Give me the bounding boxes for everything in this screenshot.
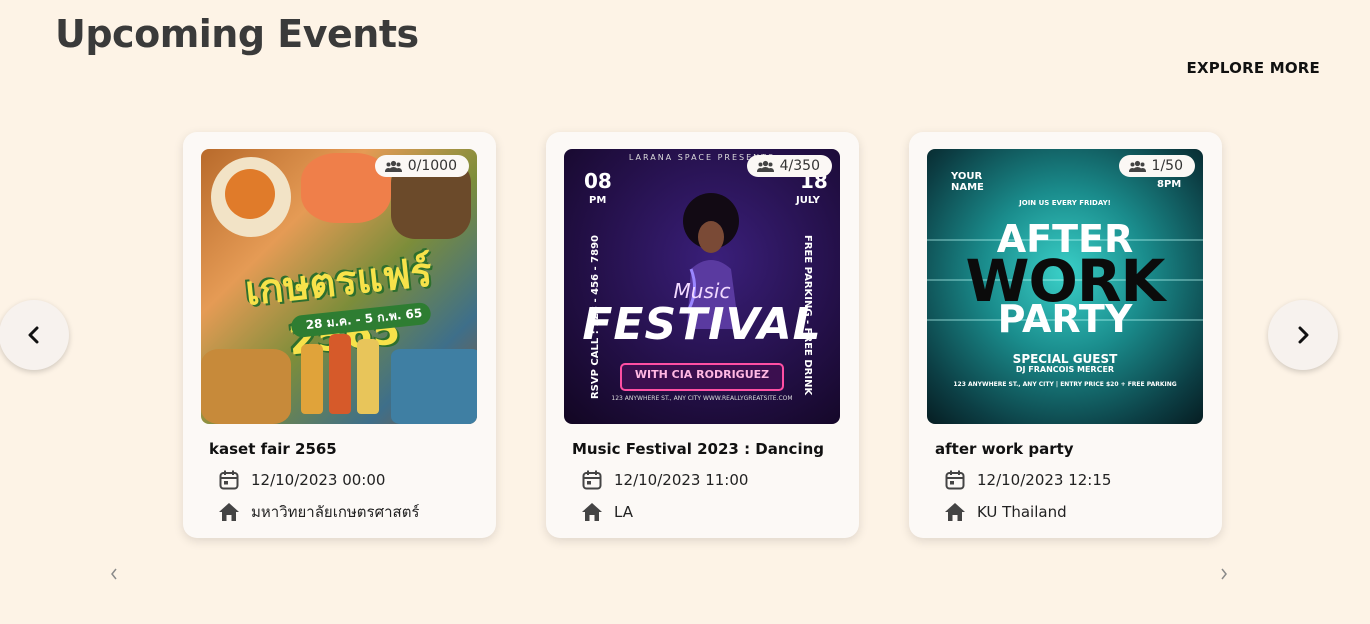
home-icon xyxy=(217,501,240,524)
small-next-arrow[interactable] xyxy=(1217,566,1231,582)
event-location-row: LA xyxy=(580,500,633,523)
event-location: KU Thailand xyxy=(977,502,1067,521)
home-icon xyxy=(943,500,966,523)
poster-name: YOUR NAME xyxy=(951,171,984,193)
event-card[interactable]: เกษตรแฟร์ 2565 28 ม.ค. - 5 ก.พ. 65 0/100… xyxy=(183,132,496,538)
event-location: LA xyxy=(614,502,633,521)
poster-month: JULY xyxy=(796,195,820,206)
event-card[interactable]: LARANA SPACE PRESENTS 08 PM 18 JULY Musi… xyxy=(546,132,859,538)
poster-headline: FESTIVAL xyxy=(582,299,822,350)
chevron-left-icon xyxy=(28,326,39,344)
event-title: after work party xyxy=(935,440,1074,458)
poster-guest: SPECIAL GUEST xyxy=(1012,352,1118,366)
event-location: มหาวิทยาลัยเกษตรศาสตร์ xyxy=(251,503,420,521)
capacity-badge: 1/50 xyxy=(1118,155,1195,177)
carousel-next-button[interactable] xyxy=(1268,300,1338,370)
poster-rsvp: RSVP CALL : 123 - 456 - 7890 xyxy=(590,235,601,400)
poster-line-party: PARTY xyxy=(997,297,1133,341)
event-date-row: 12/10/2023 12:15 xyxy=(943,468,1111,491)
event-poster: เกษตรแฟร์ 2565 28 ม.ค. - 5 ก.พ. 65 0/100… xyxy=(201,149,477,424)
event-date: 12/10/2023 12:15 xyxy=(977,470,1112,489)
event-location-row: KU Thailand xyxy=(943,500,1067,523)
carousel-prev-button[interactable] xyxy=(0,300,69,370)
people-icon xyxy=(756,160,774,172)
event-date-row: 12/10/2023 00:00 xyxy=(217,468,385,491)
chevron-left-icon xyxy=(111,568,117,580)
event-poster: LARANA SPACE PRESENTS 08 PM 18 JULY Musi… xyxy=(564,149,840,424)
event-poster: YOUR NAME 8PM JOIN US EVERY FRIDAY! AFTE… xyxy=(927,149,1203,424)
event-card[interactable]: YOUR NAME 8PM JOIN US EVERY FRIDAY! AFTE… xyxy=(909,132,1222,538)
event-title: Music Festival 2023 : Dancing xyxy=(572,440,824,458)
poster-time: 8PM xyxy=(1157,179,1182,190)
calendar-icon xyxy=(217,468,240,491)
poster-join: JOIN US EVERY FRIDAY! xyxy=(1019,199,1111,207)
calendar-icon xyxy=(580,468,603,491)
event-date: 12/10/2023 11:00 xyxy=(614,470,749,489)
event-date-row: 12/10/2023 11:00 xyxy=(580,468,748,491)
capacity-count: 4/350 xyxy=(779,158,820,174)
people-icon xyxy=(384,160,402,172)
capacity-badge: 0/1000 xyxy=(374,155,469,177)
poster-with: WITH CIA RODRIGUEZ xyxy=(634,368,770,381)
chevron-right-icon xyxy=(1221,568,1227,580)
calendar-icon xyxy=(943,468,966,491)
event-title: kaset fair 2565 xyxy=(209,440,337,458)
explore-more-link[interactable]: EXPLORE MORE xyxy=(1187,59,1320,77)
capacity-badge: 4/350 xyxy=(746,155,832,177)
chevron-right-icon xyxy=(1298,326,1309,344)
event-date: 12/10/2023 00:00 xyxy=(251,470,386,489)
people-icon xyxy=(1128,160,1146,172)
small-prev-arrow[interactable] xyxy=(107,566,121,582)
capacity-count: 1/50 xyxy=(1151,158,1183,174)
capacity-count: 0/1000 xyxy=(407,158,457,174)
event-location-row: มหาวิทยาลัยเกษตรศาสตร์ xyxy=(217,500,420,524)
poster-time-suffix: PM xyxy=(589,195,607,206)
home-icon xyxy=(580,500,603,523)
poster-footer: 123 ANYWHERE ST., ANY CITY WWW.REALLYGRE… xyxy=(611,395,793,402)
poster-dj: DJ FRANCOIS MERCER xyxy=(1015,365,1115,374)
page-title: Upcoming Events xyxy=(55,12,419,56)
poster-footer: 123 ANYWHERE ST., ANY CITY | ENTRY PRICE… xyxy=(953,381,1177,388)
poster-perks: FREE PARKING - FREE DRINK xyxy=(802,235,813,396)
poster-time: 08 xyxy=(584,169,612,193)
